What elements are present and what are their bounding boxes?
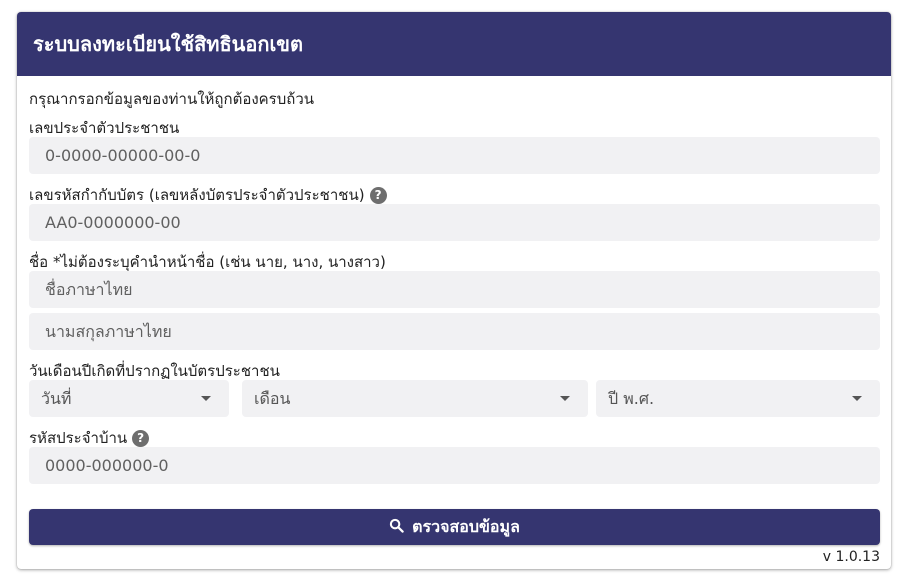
month-select-value: เดือน <box>254 389 291 408</box>
lastname-input[interactable] <box>29 313 880 350</box>
house-code-input[interactable] <box>29 447 880 484</box>
year-select[interactable]: ปี พ.ศ. <box>596 380 880 417</box>
day-select-value: วันที่ <box>41 389 72 408</box>
check-data-button-label: ตรวจสอบข้อมูล <box>412 517 520 536</box>
day-select[interactable]: วันที่ <box>29 380 229 417</box>
month-select[interactable]: เดือน <box>242 380 588 417</box>
check-data-button[interactable]: ตรวจสอบข้อมูล <box>29 509 880 545</box>
version-label: v 1.0.13 <box>822 549 880 565</box>
page-title: ระบบลงทะเบียนใช้สิทธินอกเขต <box>17 12 891 76</box>
caret-down-icon <box>560 396 570 401</box>
registration-card: ระบบลงทะเบียนใช้สิทธินอกเขต กรุณากรอกข้อ… <box>17 12 891 569</box>
citizen-id-input[interactable] <box>29 137 880 174</box>
laser-code-input[interactable] <box>29 204 880 241</box>
house-code-label: รหัสประจำบ้าน <box>29 429 128 447</box>
year-select-value: ปี พ.ศ. <box>608 389 655 408</box>
help-icon[interactable]: ? <box>132 430 150 447</box>
firstname-input[interactable] <box>29 271 880 308</box>
search-icon <box>389 518 404 533</box>
help-icon[interactable]: ? <box>369 187 387 204</box>
caret-down-icon <box>852 396 862 401</box>
form-intro: กรุณากรอกข้อมูลของท่านให้ถูกต้องครบถ้วน <box>29 90 315 108</box>
laser-code-label: เลขรหัสกำกับบัตร (เลขหลังบัตรประจำตัวประ… <box>29 186 365 204</box>
caret-down-icon <box>201 396 211 401</box>
